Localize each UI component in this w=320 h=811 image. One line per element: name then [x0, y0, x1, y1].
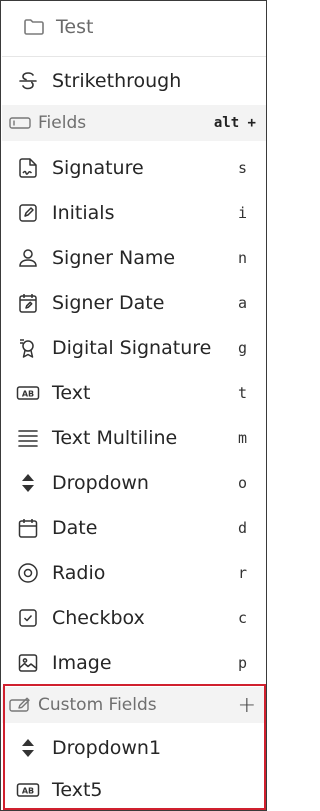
field-item-text-multiline[interactable]: Text Multiline m: [2, 417, 266, 459]
field-item-radio[interactable]: Radio r: [2, 552, 266, 594]
input-field-icon: [8, 111, 32, 135]
svg-text:AB: AB: [22, 390, 34, 399]
field-label: Text Multiline: [52, 427, 178, 449]
field-shortcut-key: c: [237, 609, 247, 627]
text-ab-icon: AB: [16, 778, 40, 802]
field-item-date[interactable]: Date d: [2, 507, 266, 549]
field-label: Image: [52, 652, 112, 674]
text-ab-icon: AB: [16, 381, 40, 405]
field-item-image[interactable]: Image p: [2, 642, 266, 684]
custom-field-label: Dropdown1: [52, 737, 162, 759]
custom-fields-section-header: Custom Fields +: [2, 687, 266, 723]
certificate-icon: [16, 336, 40, 360]
custom-field-item-text5[interactable]: AB Text5: [2, 770, 266, 810]
field-shortcut-key: m: [237, 429, 247, 447]
signature-icon: [16, 156, 40, 180]
field-label: Date: [52, 517, 98, 539]
field-label: Signer Date: [52, 292, 165, 314]
field-shortcut-key: a: [237, 294, 247, 312]
field-label: Signature: [52, 157, 144, 179]
radio-icon: [16, 561, 40, 585]
custom-field-label: Text5: [52, 779, 103, 801]
field-item-signer-name[interactable]: Signer Name n: [2, 237, 266, 279]
field-label: Radio: [52, 562, 106, 584]
field-shortcut-key: t: [237, 384, 247, 402]
image-icon: [16, 651, 40, 675]
field-shortcut-key: g: [237, 339, 247, 357]
folder-row[interactable]: Test: [2, 7, 266, 47]
user-icon: [16, 246, 40, 270]
dropdown-icon: [16, 471, 40, 495]
custom-field-item-dropdown1[interactable]: Dropdown1: [2, 727, 266, 769]
field-shortcut-key: p: [237, 654, 247, 672]
field-label: Checkbox: [52, 607, 145, 629]
field-shortcut-key: o: [237, 474, 247, 492]
strikethrough-icon: [16, 69, 40, 93]
custom-fields-section-label: Custom Fields: [38, 695, 157, 715]
fields-shortcut-hint: alt +: [213, 115, 256, 131]
field-item-digital-signature[interactable]: Digital Signature g: [2, 327, 266, 369]
dropdown-icon: [16, 736, 40, 760]
initials-icon: [16, 201, 40, 225]
field-shortcut-key: d: [237, 519, 247, 537]
field-item-checkbox[interactable]: Checkbox c: [2, 597, 266, 639]
field-label: Dropdown: [52, 472, 149, 494]
field-label: Text: [52, 382, 91, 404]
checkbox-icon: [16, 606, 40, 630]
svg-text:AB: AB: [22, 787, 34, 796]
field-item-signature[interactable]: Signature s: [2, 147, 266, 189]
field-item-initials[interactable]: Initials i: [2, 192, 266, 234]
field-label: Digital Signature: [52, 337, 212, 359]
strikethrough-item[interactable]: Strikethrough: [2, 62, 266, 100]
field-label: Signer Name: [52, 247, 176, 269]
edit-field-icon: [8, 693, 32, 717]
multiline-icon: [16, 426, 40, 450]
field-shortcut-key: r: [237, 564, 247, 582]
strikethrough-label: Strikethrough: [52, 70, 182, 92]
field-item-text[interactable]: AB Text t: [2, 372, 266, 414]
field-item-signer-date[interactable]: Signer Date a: [2, 282, 266, 324]
add-custom-field-button[interactable]: +: [238, 693, 256, 718]
field-item-dropdown[interactable]: Dropdown o: [2, 462, 266, 504]
calendar-pen-icon: [16, 291, 40, 315]
field-shortcut-key: s: [237, 159, 247, 177]
field-shortcut-key: n: [237, 249, 247, 267]
folder-label: Test: [56, 16, 94, 38]
field-label: Initials: [52, 202, 115, 224]
folder-icon: [22, 15, 46, 39]
fields-section-label: Fields: [38, 113, 87, 133]
fields-panel: Test Strikethrough Fields alt + Signatur…: [0, 0, 267, 811]
divider: [2, 56, 266, 57]
fields-section-header: Fields alt +: [2, 105, 266, 141]
calendar-icon: [16, 516, 40, 540]
field-shortcut-key: i: [237, 204, 247, 222]
